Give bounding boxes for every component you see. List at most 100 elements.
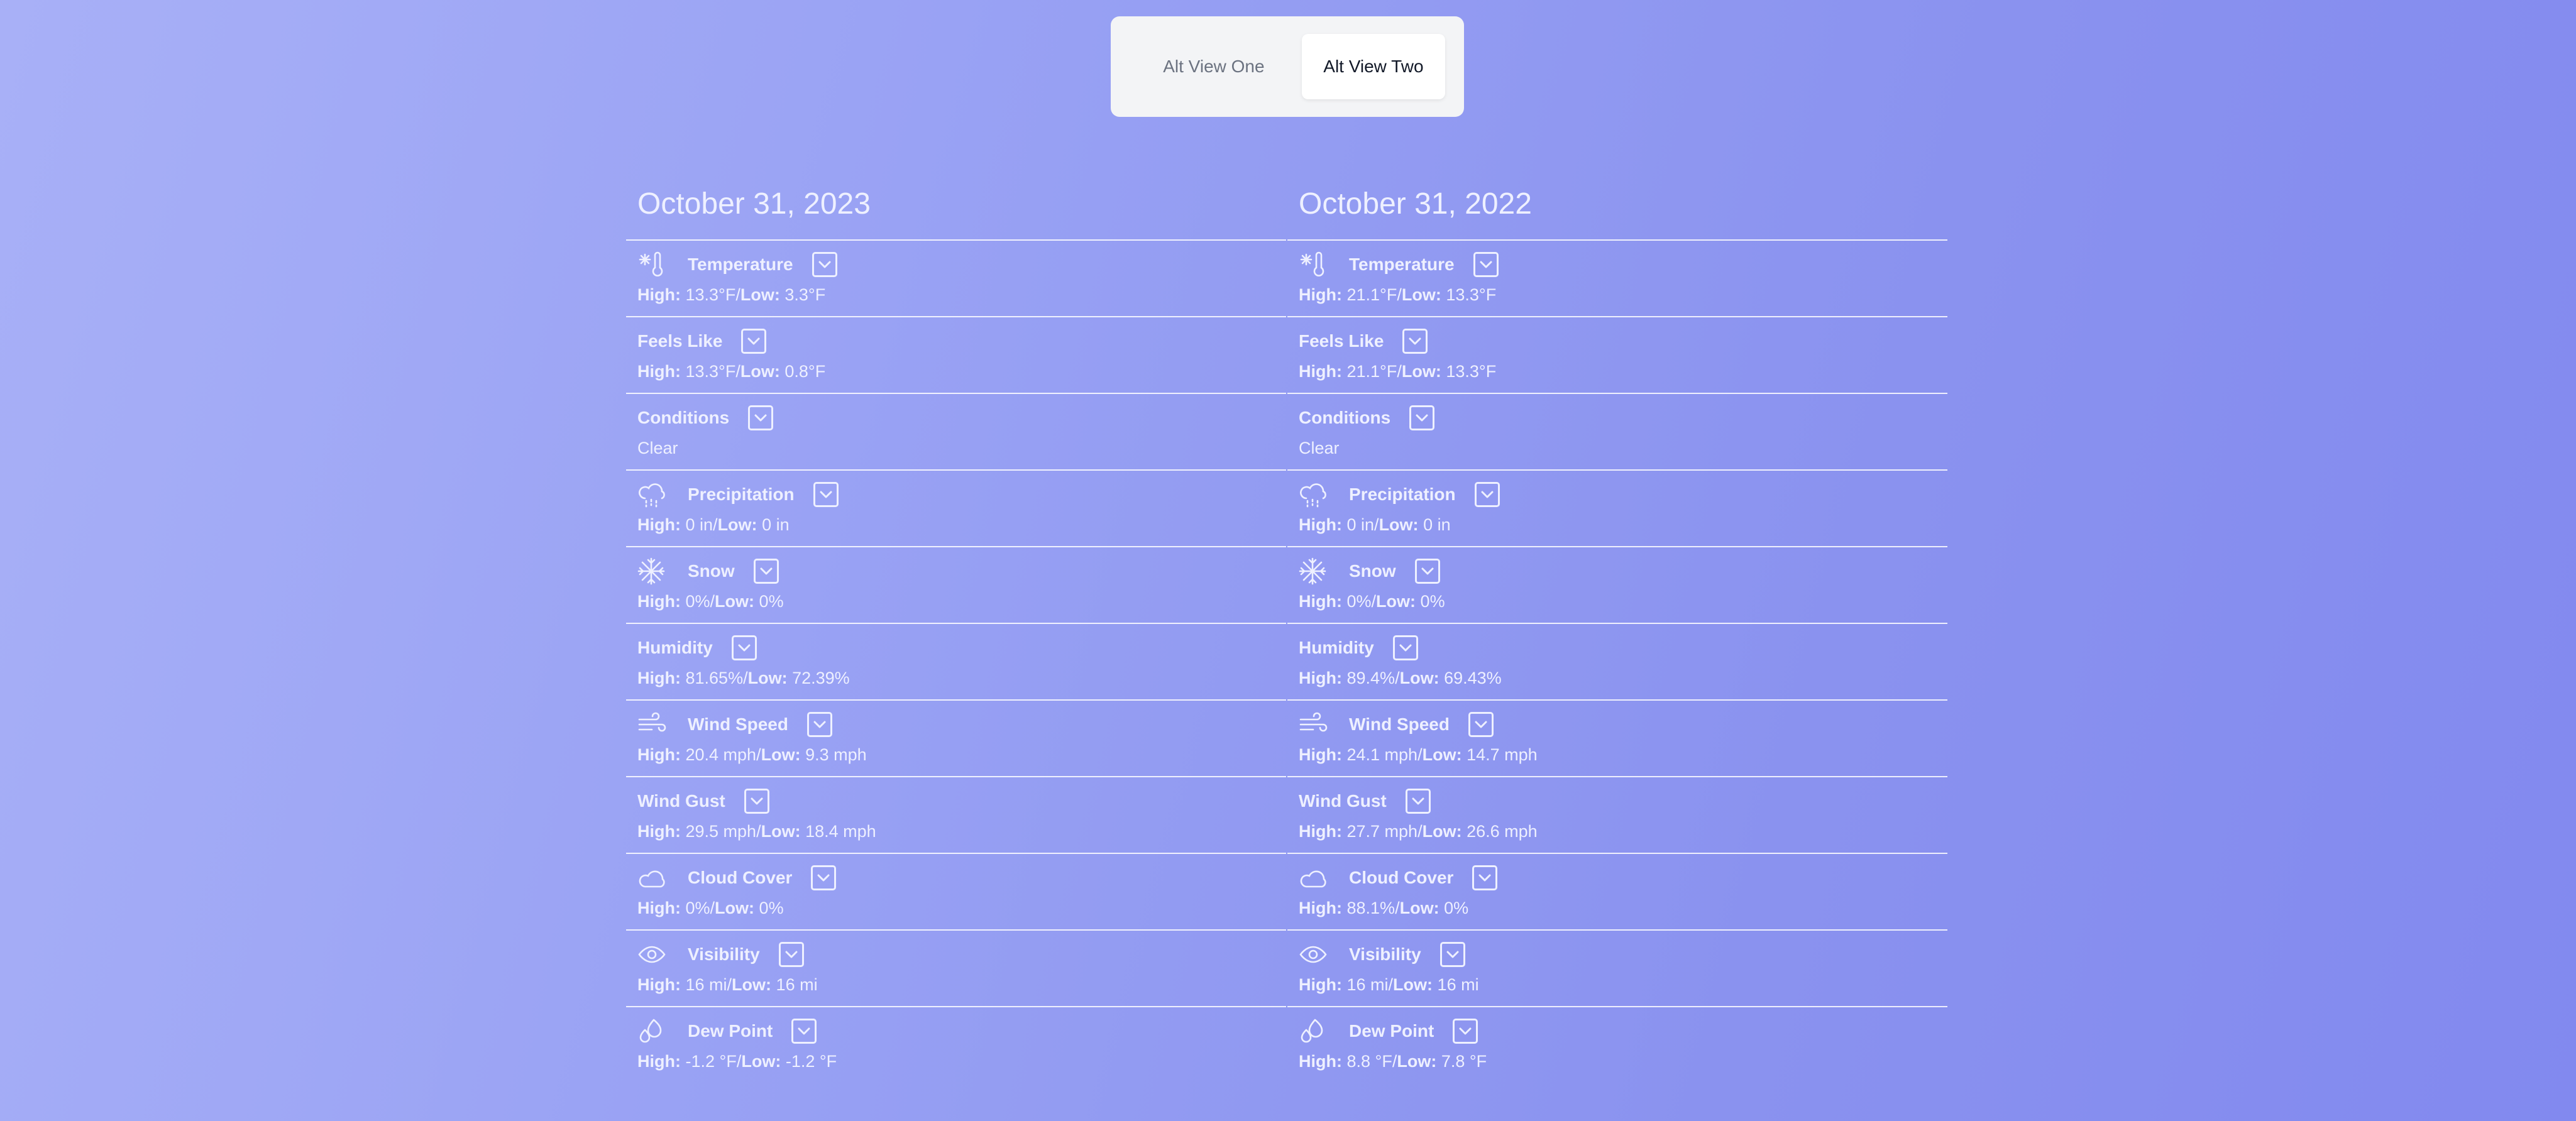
metric-row-humidity: Humidity High: 81.65%/Low: 72.39% bbox=[626, 624, 1286, 701]
high-label: High: bbox=[637, 975, 681, 994]
chevron-down-icon[interactable] bbox=[731, 635, 757, 660]
high-label: High: bbox=[1299, 592, 1342, 611]
chevron-down-icon[interactable] bbox=[1439, 942, 1465, 967]
metric-row-temperature: Temperature High: 21.1°F/Low: 13.3°F bbox=[1287, 241, 1947, 317]
chevron-down-icon[interactable] bbox=[812, 252, 837, 277]
chevron-down-icon[interactable] bbox=[744, 789, 769, 814]
high-label: High: bbox=[637, 1052, 681, 1071]
chevron-down-icon[interactable] bbox=[753, 559, 779, 584]
low-value: 18.4 mph bbox=[805, 822, 876, 841]
metric-label: Temperature bbox=[1349, 254, 1455, 274]
high-value: 88.1% bbox=[1346, 899, 1395, 917]
cloud-drizzle-icon bbox=[1299, 481, 1330, 508]
metric-row-temperature: Temperature High: 13.3°F/Low: 3.3°F bbox=[626, 241, 1286, 317]
chevron-down-icon[interactable] bbox=[1402, 329, 1428, 354]
snow-values: High: 0%/Low: 0% bbox=[1299, 590, 1947, 613]
eye-icon bbox=[637, 941, 669, 968]
metric-row-cloud-cover: Cloud Cover High: 0%/Low: 0% bbox=[626, 854, 1286, 931]
high-value: 24.1 mph bbox=[1346, 745, 1418, 764]
high-label: High: bbox=[1299, 745, 1342, 764]
wind-speed-values: High: 24.1 mph/Low: 14.7 mph bbox=[1299, 743, 1947, 766]
metric-label: Wind Gust bbox=[637, 791, 725, 811]
high-label: High: bbox=[637, 362, 681, 381]
high-label: High: bbox=[1299, 669, 1342, 687]
metric-label: Conditions bbox=[1299, 408, 1391, 427]
low-label: Low: bbox=[1401, 362, 1441, 381]
low-value: 7.8 °F bbox=[1441, 1052, 1487, 1071]
chevron-down-icon[interactable] bbox=[1453, 1019, 1478, 1044]
low-value: 13.3°F bbox=[1446, 362, 1497, 381]
low-value: 9.3 mph bbox=[805, 745, 867, 764]
metric-row-dew-point: Dew Point High: 8.8 °F/Low: 7.8 °F bbox=[1287, 1007, 1947, 1084]
separator: / bbox=[756, 822, 761, 841]
snowflake-icon bbox=[1299, 557, 1330, 585]
snowflake-icon bbox=[637, 557, 669, 585]
feels-like-values: High: 21.1°F/Low: 13.3°F bbox=[1299, 360, 1947, 383]
chevron-down-icon[interactable] bbox=[1474, 482, 1500, 507]
cloud-icon bbox=[637, 864, 669, 892]
cloud-cover-values: High: 0%/Low: 0% bbox=[637, 897, 1286, 919]
chevron-down-icon[interactable] bbox=[811, 865, 837, 890]
high-value: 0% bbox=[1346, 592, 1372, 611]
metric-label: Precipitation bbox=[1349, 484, 1456, 504]
high-label: High: bbox=[1299, 899, 1342, 917]
low-value: 3.3°F bbox=[784, 285, 826, 304]
metric-label: Feels Like bbox=[1299, 331, 1384, 351]
chevron-down-icon[interactable] bbox=[1405, 789, 1431, 814]
chevron-down-icon[interactable] bbox=[1473, 252, 1499, 277]
separator: / bbox=[710, 899, 715, 917]
chevron-down-icon[interactable] bbox=[741, 329, 767, 354]
wind-gust-values: High: 27.7 mph/Low: 26.6 mph bbox=[1299, 820, 1947, 843]
visibility-values: High: 16 mi/Low: 16 mi bbox=[1299, 973, 1947, 996]
chevron-down-icon[interactable] bbox=[791, 1019, 817, 1044]
chevron-down-icon[interactable] bbox=[1472, 865, 1498, 890]
high-label: High: bbox=[637, 822, 681, 841]
separator: / bbox=[1417, 822, 1423, 841]
high-value: 13.3°F bbox=[685, 362, 736, 381]
chevron-down-icon[interactable] bbox=[1468, 712, 1494, 737]
metric-label: Conditions bbox=[637, 408, 730, 427]
chevron-down-icon[interactable] bbox=[1392, 635, 1418, 660]
temperature-values: High: 13.3°F/Low: 3.3°F bbox=[637, 283, 1286, 306]
high-value: 0% bbox=[685, 899, 710, 917]
wind-icon bbox=[637, 711, 669, 738]
chevron-down-icon[interactable] bbox=[1414, 559, 1440, 584]
cloud-drizzle-icon bbox=[637, 481, 669, 508]
precipitation-values: High: 0 in/Low: 0 in bbox=[637, 513, 1286, 536]
high-value: 0 in bbox=[1346, 515, 1375, 534]
metric-label: Cloud Cover bbox=[1349, 868, 1454, 887]
high-label: High: bbox=[1299, 285, 1342, 304]
visibility-values: High: 16 mi/Low: 16 mi bbox=[637, 973, 1286, 996]
metric-label: Visibility bbox=[688, 944, 760, 964]
chevron-down-icon[interactable] bbox=[778, 942, 804, 967]
low-label: Low: bbox=[1397, 1052, 1437, 1071]
alt-view-two-tab[interactable]: Alt View Two bbox=[1301, 34, 1445, 99]
separator: / bbox=[1395, 669, 1400, 687]
metric-label: Wind Gust bbox=[1299, 791, 1387, 811]
alt-view-one-tab[interactable]: Alt View One bbox=[1126, 34, 1302, 99]
low-label: Low: bbox=[1376, 592, 1416, 611]
metric-label: Wind Speed bbox=[688, 714, 788, 734]
weather-column-2022: October 31, 2022 Temperature High: 21.1°F/… bbox=[1287, 182, 1947, 1084]
low-value: 72.39% bbox=[792, 669, 850, 687]
chevron-down-icon[interactable] bbox=[1409, 405, 1435, 430]
high-value: 16 mi bbox=[1346, 975, 1389, 994]
metric-row-cloud-cover: Cloud Cover High: 88.1%/Low: 0% bbox=[1287, 854, 1947, 931]
metric-row-feels-like: Feels Like High: 21.1°F/Low: 13.3°F bbox=[1287, 317, 1947, 394]
metric-label: Precipitation bbox=[688, 484, 795, 504]
high-value: 21.1°F bbox=[1346, 362, 1397, 381]
high-label: High: bbox=[637, 899, 681, 917]
high-label: High: bbox=[1299, 975, 1342, 994]
chevron-down-icon[interactable] bbox=[748, 405, 774, 430]
cloud-icon bbox=[1299, 864, 1330, 892]
chevron-down-icon[interactable] bbox=[813, 482, 839, 507]
low-label: Low: bbox=[1379, 515, 1419, 534]
date-heading: October 31, 2022 bbox=[1287, 182, 1947, 241]
low-value: 16 mi bbox=[776, 975, 818, 994]
feels-like-values: High: 13.3°F/Low: 0.8°F bbox=[637, 360, 1286, 383]
high-value: 89.4% bbox=[1346, 669, 1395, 687]
humidity-values: High: 81.65%/Low: 72.39% bbox=[637, 667, 1286, 689]
high-label: High: bbox=[637, 515, 681, 534]
low-label: Low: bbox=[761, 745, 801, 764]
chevron-down-icon[interactable] bbox=[806, 712, 832, 737]
